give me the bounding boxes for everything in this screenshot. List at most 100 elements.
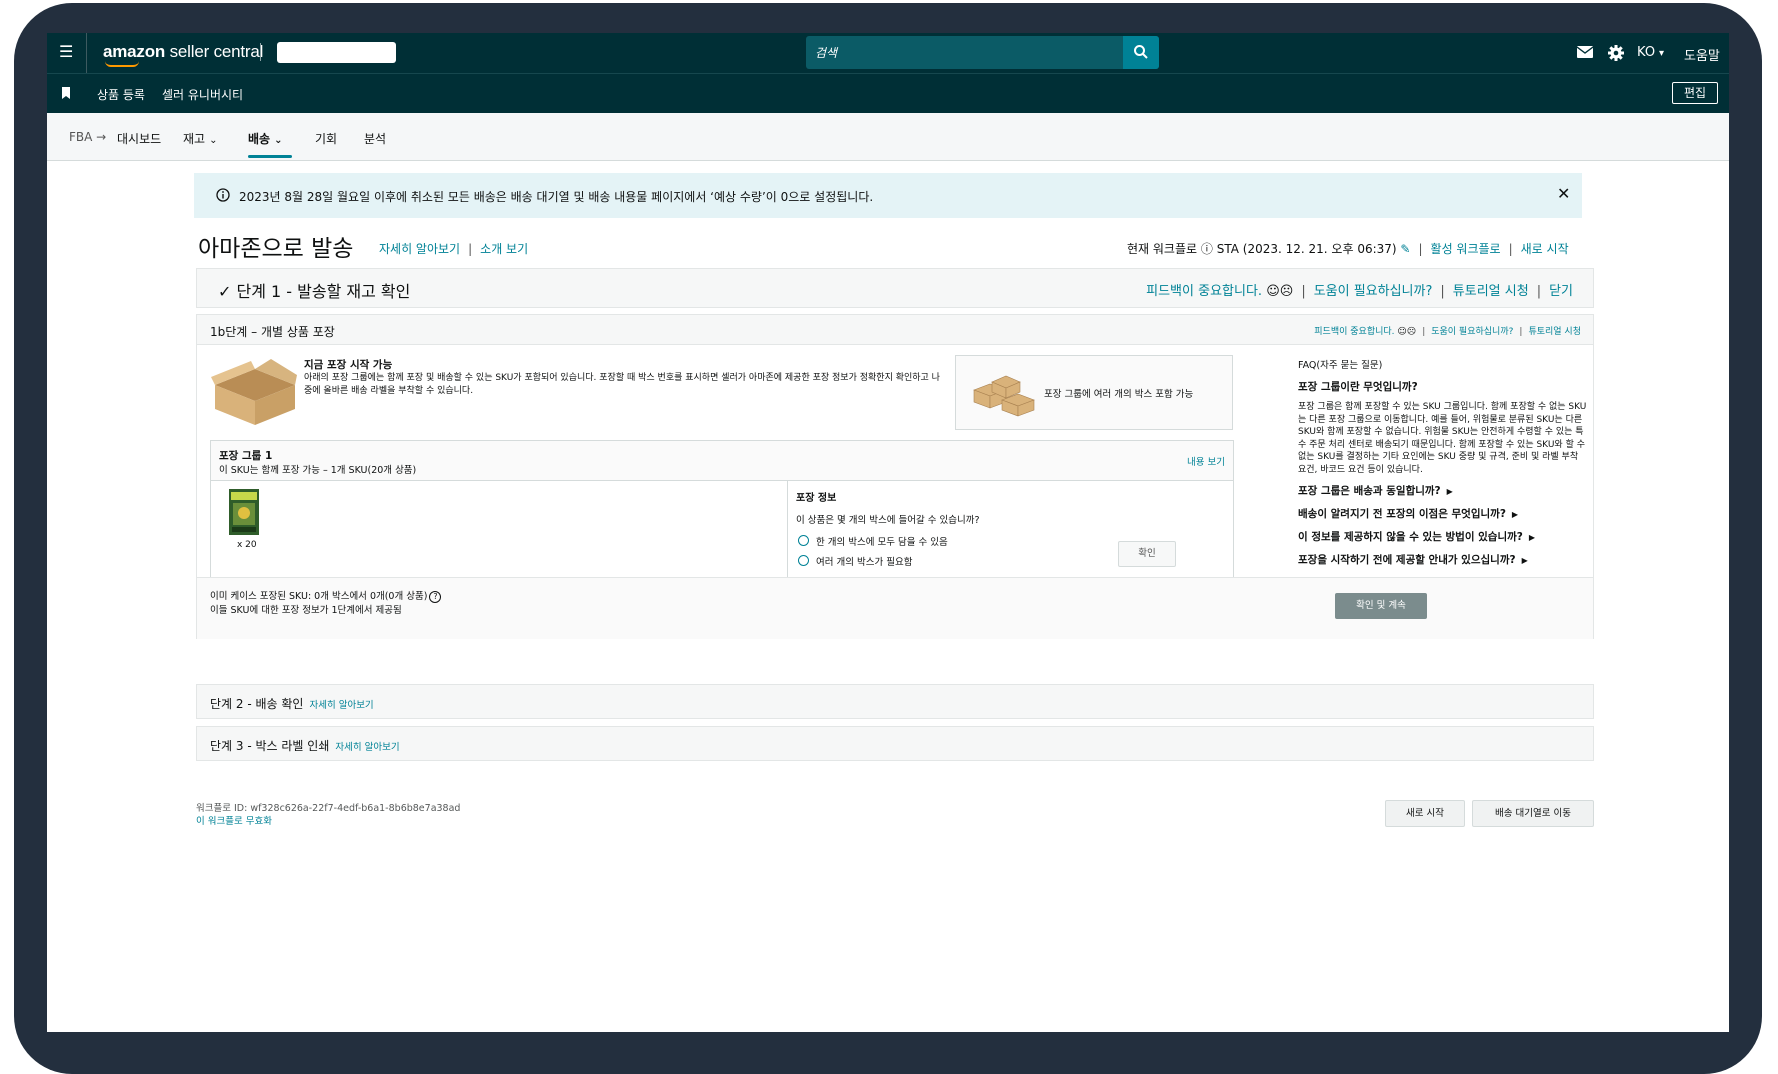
- faq-answer: 포장 그룹은 함께 포장할 수 있는 SKU 그룹입니다. 함께 포장할 수 없…: [1298, 402, 1587, 475]
- nav-opportunities[interactable]: 기회: [315, 130, 337, 147]
- active-workflow-link[interactable]: 활성 워크플로: [1431, 242, 1501, 256]
- bookmark-bar: 상품 등록 셀러 유니버시티 편집: [47, 73, 1729, 113]
- top-bar: ☰ amazon seller central 검색 KO ▾ 도움말: [47, 33, 1729, 73]
- pack-group: 포장 그룹 1 이 SKU는 함께 포장 가능 – 1개 SKU(20개 상품)…: [210, 440, 1234, 598]
- workflow-info: 현재 워크플로 ⓘ STA (2023. 12. 21. 오후 06:37) ✎…: [1127, 242, 1569, 256]
- screen: ☰ amazon seller central 검색 KO ▾ 도움말 상품 등록…: [47, 33, 1729, 1032]
- divider: [86, 33, 87, 73]
- step1-header: ✓ 단계 1 - 발송할 재고 확인 피드백이 중요합니다. ☺☹ | 도움이 필요…: [196, 268, 1594, 308]
- gear-icon[interactable]: [1608, 45, 1624, 61]
- faq-question: 포장 그룹이란 무엇입니까?: [1298, 381, 1418, 393]
- intro-text: 아래의 포장 그룹에는 함께 포장 및 배송할 수 있는 SKU가 포함되어 있…: [304, 373, 940, 396]
- product-thumbnail[interactable]: [229, 489, 259, 535]
- title-links: 자세히 알아보기 | 소개 보기: [379, 242, 529, 256]
- case-packed-text: 이미 케이스 포장된 SKU: 0개 박스에서 0개(0개 상품)?: [210, 588, 442, 603]
- step2-header[interactable]: 단계 2 - 배송 확인 자세히 알아보기: [196, 684, 1594, 719]
- tutorial-link[interactable]: 튜토리얼 시청: [1528, 327, 1581, 337]
- language-selector[interactable]: KO ▾: [1637, 45, 1664, 60]
- case-packed-note: 이들 SKU에 대한 포장 정보가 1단계에서 제공됨: [210, 605, 402, 616]
- faq-question-toggle[interactable]: 포장 그룹은 배송과 동일합니까? ▶: [1298, 484, 1588, 499]
- tutorial-link[interactable]: 튜토리얼 시청: [1453, 284, 1529, 299]
- logo-smile-icon: [105, 61, 139, 67]
- multi-box-info: 포장 그룹에 여러 개의 박스 포함 가능: [955, 355, 1233, 430]
- workflow-value: STA (2023. 12. 21. 오후 06:37): [1216, 242, 1397, 256]
- option-multiple-boxes[interactable]: 여러 개의 박스가 필요함: [816, 554, 912, 568]
- faq-panel: FAQ(자주 묻는 질문) 포장 그룹이란 무엇입니까? 포장 그룹은 함께 포…: [1298, 357, 1588, 568]
- card-header: 1b단계 – 개별 상품 포장 피드백이 중요합니다. ☺☹ | 도움이 필요하십니…: [197, 315, 1593, 345]
- triangle-right-icon: ▶: [1528, 533, 1536, 542]
- step3-header[interactable]: 단계 3 - 박스 라벨 인쇄 자세히 알아보기: [196, 726, 1594, 761]
- step3-title: 단계 3 - 박스 라벨 인쇄 자세히 알아보기: [210, 739, 400, 753]
- arrow-right-icon: →: [96, 130, 107, 144]
- need-help-link[interactable]: 도움이 필요하십니까?: [1431, 327, 1513, 337]
- radio-single-box[interactable]: [798, 535, 809, 546]
- learn-more-link[interactable]: 자세히 알아보기: [335, 742, 399, 753]
- intro-video-link[interactable]: 소개 보기: [480, 242, 528, 256]
- bookmark-add-product[interactable]: 상품 등록: [97, 86, 145, 103]
- chevron-down-icon: ⌄: [274, 135, 283, 146]
- fba-nav: FBA → 대시보드 재고 ⌄ 배송 ⌄ 기회 분석: [47, 113, 1729, 161]
- search-button[interactable]: [1123, 36, 1159, 69]
- info-alert: 2023년 8월 28일 월요일 이후에 취소된 모든 배송은 배송 대기열 및…: [194, 173, 1582, 218]
- disable-workflow-link[interactable]: 이 워크플로 무효화: [196, 813, 272, 827]
- restart-link[interactable]: 새로 시작: [1521, 242, 1569, 256]
- packing-info-label: 포장 정보: [796, 493, 837, 504]
- smile-face-icon[interactable]: ☺: [1397, 327, 1406, 337]
- faq-question-toggle[interactable]: 이 정보를 제공하지 않을 수 있는 방법이 있습니까? ▶: [1298, 530, 1588, 545]
- pencil-icon[interactable]: ✎: [1400, 242, 1410, 256]
- bookmark-seller-university[interactable]: 셀러 유니버시티: [162, 86, 243, 103]
- mail-icon[interactable]: [1577, 45, 1593, 59]
- pack-group-title: 포장 그룹 1: [219, 450, 273, 462]
- step1-title: ✓ 단계 1 - 발송할 재고 확인: [218, 282, 411, 301]
- close-icon[interactable]: ✕: [1557, 184, 1570, 203]
- help-link[interactable]: 도움말: [1684, 45, 1720, 64]
- step1-links: 피드백이 중요합니다. ☺☹ | 도움이 필요하십니까? | 튜토리얼 시청 | 닫기: [1146, 284, 1573, 299]
- search-icon: [1134, 45, 1148, 59]
- go-to-queue-button[interactable]: 배송 대기열로 이동: [1472, 800, 1594, 827]
- divider: [787, 481, 788, 581]
- boxes-illustration: [973, 375, 1035, 417]
- faq-question-toggle[interactable]: 포장을 시작하기 전에 제공할 안내가 있으십니까? ▶: [1298, 553, 1588, 568]
- nav-analytics[interactable]: 분석: [364, 130, 386, 147]
- need-help-link[interactable]: 도움이 필요하십니까?: [1314, 284, 1433, 299]
- option-single-box[interactable]: 한 개의 박스에 모두 담을 수 있음: [816, 534, 948, 548]
- triangle-right-icon: ▶: [1521, 556, 1528, 565]
- marketplace-selector[interactable]: [277, 42, 396, 63]
- caret-down-icon: ▾: [1659, 48, 1665, 59]
- box-count-question: 이 상품은 몇 개의 박스에 들어갈 수 있습니까?: [796, 515, 980, 526]
- confirm-button[interactable]: 확인: [1118, 541, 1176, 567]
- radio-multiple-boxes[interactable]: [798, 555, 809, 566]
- faq-question-toggle[interactable]: 배송이 알려지기 전 포장의 이점은 무엇입니까? ▶: [1298, 507, 1588, 522]
- divider: [260, 43, 261, 61]
- smile-face-icon[interactable]: ☺: [1266, 284, 1280, 299]
- step2-title: 단계 2 - 배송 확인 자세히 알아보기: [210, 697, 374, 711]
- breadcrumb-fba[interactable]: FBA →: [69, 130, 106, 144]
- faq-header: FAQ(자주 묻는 질문): [1298, 360, 1383, 371]
- close-link[interactable]: 닫기: [1549, 284, 1573, 299]
- edit-button[interactable]: 편집: [1672, 82, 1718, 104]
- nav-dashboard[interactable]: 대시보드: [117, 130, 161, 147]
- triangle-right-icon: ▶: [1511, 510, 1519, 519]
- sad-face-icon[interactable]: ☹: [1407, 327, 1416, 337]
- pack-group-header: 포장 그룹 1 이 SKU는 함께 포장 가능 – 1개 SKU(20개 상품)…: [211, 441, 1233, 481]
- view-contents-link[interactable]: 내용 보기: [1187, 454, 1225, 468]
- question-icon[interactable]: ?: [429, 591, 442, 603]
- confirm-continue-button[interactable]: 확인 및 계속: [1335, 593, 1427, 619]
- restart-button[interactable]: 새로 시작: [1385, 800, 1465, 827]
- page-title: 아마존으로 발송: [198, 236, 354, 262]
- card-title: 1b단계 – 개별 상품 포장: [210, 325, 335, 339]
- feedback-text: 피드백이 중요합니다.: [1146, 284, 1263, 299]
- triangle-right-icon: ▶: [1446, 487, 1453, 496]
- sad-face-icon[interactable]: ☹: [1280, 284, 1294, 299]
- nav-inventory[interactable]: 재고 ⌄: [183, 130, 217, 147]
- search-input[interactable]: 검색: [815, 44, 837, 61]
- seller-central-logo[interactable]: amazon seller central: [103, 42, 263, 62]
- pack-group-subtitle: 이 SKU는 함께 포장 가능 – 1개 SKU(20개 상품): [219, 465, 417, 476]
- learn-more-link[interactable]: 자세히 알아보기: [309, 700, 373, 711]
- menu-icon[interactable]: ☰: [59, 44, 75, 60]
- search-bar[interactable]: 검색: [806, 36, 1159, 69]
- nav-shipments[interactable]: 배송 ⌄: [248, 130, 282, 147]
- bookmark-icon[interactable]: [61, 87, 71, 99]
- card-footer: 이미 케이스 포장된 SKU: 0개 박스에서 0개(0개 상품)? 이들 SK…: [197, 577, 1593, 639]
- learn-more-link[interactable]: 자세히 알아보기: [379, 242, 460, 256]
